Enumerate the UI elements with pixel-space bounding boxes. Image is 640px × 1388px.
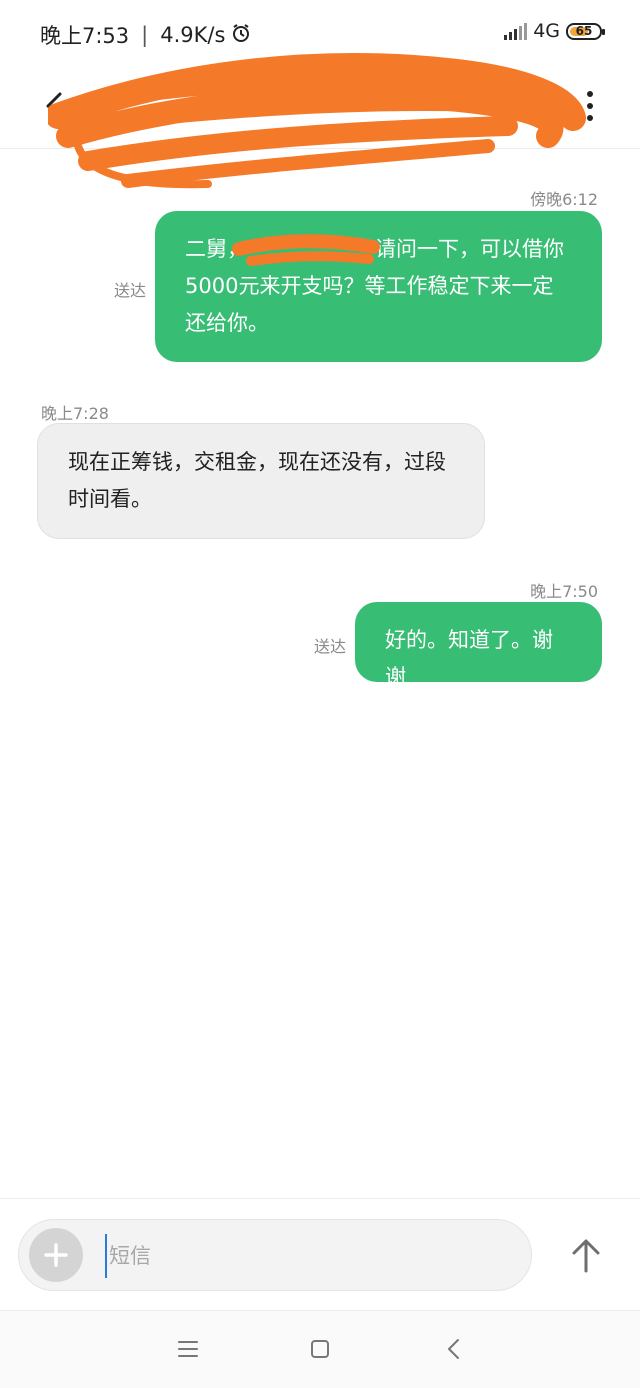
delivery-status: 送达: [114, 281, 147, 300]
chevron-left-icon: [448, 1339, 459, 1359]
attach-button[interactable]: [29, 1228, 83, 1282]
message-line: 好的。知道了。谢谢: [385, 628, 553, 689]
status-right: 4G 65: [504, 20, 605, 42]
conversation-header: [0, 53, 640, 189]
inline-redaction-scribble: [232, 234, 380, 266]
message-input-container: [18, 1219, 532, 1291]
message-line: 现在正筹钱，交租金，现在还没有，过段: [68, 450, 446, 474]
battery-percent: 65: [575, 24, 593, 38]
nav-back-button[interactable]: [438, 1333, 470, 1365]
network-speed: 4.9K/s: [160, 23, 226, 47]
message-line: 还给你。: [185, 311, 269, 335]
menu-icon: [178, 1341, 198, 1357]
message-timestamp: 傍晚6:12: [530, 190, 598, 209]
send-button[interactable]: [564, 1233, 608, 1277]
redaction-scribble: [48, 53, 586, 189]
nav-home-button[interactable]: [304, 1333, 336, 1365]
alarm-icon: [231, 23, 251, 48]
message-line: 时间看。: [68, 487, 152, 511]
nav-menu-button[interactable]: [172, 1333, 204, 1365]
delivery-status: 送达: [314, 637, 347, 656]
outgoing-message-bubble[interactable]: 二舅， 请问一下，可以借你 5000元来开支吗？等工作稳定下来一定 还给你。: [155, 211, 602, 362]
message-timestamp: 晚上7:28: [41, 404, 109, 423]
system-nav-bar: [0, 1310, 640, 1388]
battery-icon: 65: [566, 22, 605, 40]
outgoing-message-bubble[interactable]: 好的。知道了。谢谢: [355, 602, 602, 689]
status-separator: |: [141, 23, 149, 47]
square-icon: [311, 1340, 329, 1358]
message-timestamp: 晚上7:50: [530, 582, 598, 601]
plus-icon: [44, 1243, 68, 1267]
incoming-message-bubble[interactable]: 现在正筹钱，交租金，现在还没有，过段 时间看。: [37, 423, 485, 539]
message-line: 5000元来开支吗？等工作稳定下来一定: [185, 274, 554, 298]
composer-bar: [0, 1198, 640, 1311]
arrow-up-icon: [572, 1239, 600, 1273]
signal-icon: [504, 22, 528, 40]
sms-input[interactable]: [105, 1234, 511, 1278]
more-options-button[interactable]: [580, 88, 600, 124]
message-text-part: 请问一下，可以借你: [375, 237, 564, 261]
more-vertical-icon: [587, 91, 593, 121]
network-type: 4G: [533, 20, 560, 42]
